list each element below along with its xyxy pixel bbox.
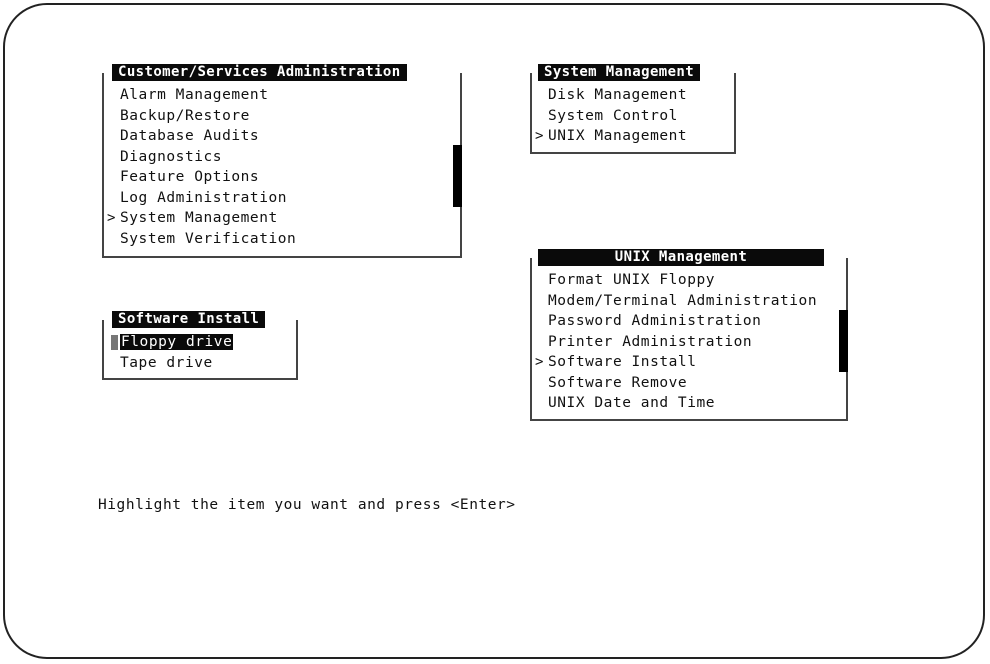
unix-management-menu: UNIX Management Format UNIX Floppy Modem… — [530, 249, 848, 421]
instruction-prompt: Highlight the item you want and press <E… — [98, 497, 516, 513]
customer-services-menu: Customer/Services Administration Alarm M… — [102, 64, 462, 258]
highlighted-item-label: Floppy drive — [120, 334, 234, 350]
menu-item-password-administration[interactable]: Password Administration — [532, 311, 846, 332]
menu-item-unix-date-and-time[interactable]: UNIX Date and Time — [532, 393, 846, 414]
menu-item-tape-drive[interactable]: Tape drive — [104, 353, 296, 374]
menu-item-log-administration[interactable]: Log Administration — [104, 188, 460, 209]
menu-item-format-unix-floppy[interactable]: Format UNIX Floppy — [532, 270, 846, 291]
menu-item-feature-options[interactable]: Feature Options — [104, 167, 460, 188]
cursor-icon — [111, 335, 118, 350]
menu-item-alarm-management[interactable]: Alarm Management — [104, 85, 460, 106]
menu-title: UNIX Management — [538, 249, 824, 266]
menu-title: Software Install — [112, 311, 266, 328]
scrollbar-thumb[interactable] — [839, 310, 848, 372]
selection-marker: > — [107, 210, 116, 226]
scrollbar-thumb[interactable] — [453, 145, 462, 207]
menu-item-software-install[interactable]: > Software Install — [532, 352, 846, 373]
selection-marker: > — [535, 354, 544, 370]
menu-item-unix-management[interactable]: > UNIX Management — [532, 126, 734, 147]
system-management-menu: System Management Disk Management System… — [530, 64, 736, 154]
menu-item-printer-administration[interactable]: Printer Administration — [532, 332, 846, 353]
menu-item-floppy-drive[interactable]: Floppy drive — [104, 332, 296, 353]
menu-title: System Management — [538, 64, 701, 81]
menu-item-system-control[interactable]: System Control — [532, 106, 734, 127]
menu-item-backup-restore[interactable]: Backup/Restore — [104, 106, 460, 127]
menu-item-system-management[interactable]: > System Management — [104, 208, 460, 229]
selection-marker: > — [535, 128, 544, 144]
menu-item-database-audits[interactable]: Database Audits — [104, 126, 460, 147]
software-install-menu: Software Install Floppy drive Tape drive — [102, 311, 298, 380]
menu-item-disk-management[interactable]: Disk Management — [532, 85, 734, 106]
menu-title: Customer/Services Administration — [112, 64, 407, 81]
menu-item-software-remove[interactable]: Software Remove — [532, 373, 846, 394]
menu-item-system-verification[interactable]: System Verification — [104, 229, 460, 250]
menu-item-modem-terminal-administration[interactable]: Modem/Terminal Administration — [532, 291, 846, 312]
menu-item-diagnostics[interactable]: Diagnostics — [104, 147, 460, 168]
